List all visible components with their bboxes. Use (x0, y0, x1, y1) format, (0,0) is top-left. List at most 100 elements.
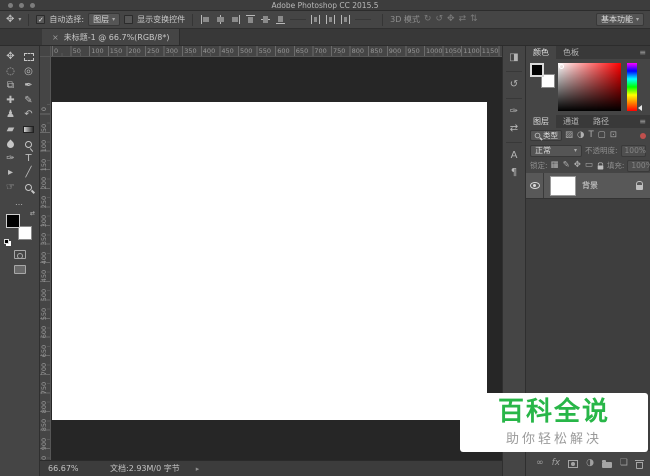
filter-type-layers-icon[interactable]: T (588, 131, 593, 140)
toolbar-color-swatches[interactable]: ⇄ (4, 210, 35, 244)
layer-thumbnail[interactable] (550, 175, 576, 196)
color-panel-swatches[interactable] (530, 63, 556, 89)
type-tool[interactable]: T (20, 152, 38, 166)
document-canvas[interactable] (52, 102, 487, 420)
adjustment-layer-icon[interactable]: ◑ (586, 459, 594, 468)
color-picker-ring[interactable] (559, 64, 564, 69)
filter-pixel-layers-icon[interactable]: ▨ (565, 131, 573, 140)
tab-layers[interactable]: 图层 (526, 115, 556, 128)
tool-preset-caret-icon[interactable]: ▾ (18, 16, 21, 23)
foreground-color-swatch[interactable] (530, 63, 544, 77)
distribute-right-edges-icon[interactable] (340, 14, 351, 25)
path-selection-tool[interactable]: ▸ (2, 166, 20, 180)
align-horizontal-centers-icon[interactable] (215, 14, 226, 25)
panel-menu-icon[interactable]: ≡ (639, 46, 650, 59)
filter-toggle[interactable] (640, 132, 646, 139)
tab-swatches[interactable]: 色板 (556, 46, 586, 59)
pen-tool[interactable]: ✑ (2, 152, 20, 166)
tab-paths[interactable]: 路径 (586, 115, 616, 128)
swap-colors-icon[interactable]: ⇄ (30, 210, 35, 217)
hand-tool[interactable]: ☞ (2, 181, 20, 195)
delete-layer-icon[interactable] (635, 459, 644, 469)
add-layer-mask-icon[interactable] (568, 459, 579, 468)
zoom-level-field[interactable]: 66.67% (48, 464, 82, 473)
link-layers-icon[interactable]: ∞ (536, 459, 544, 468)
move-tool[interactable]: ✥ (2, 50, 20, 64)
eraser-tool[interactable]: ▰ (2, 123, 20, 137)
crop-tool[interactable]: ⧉ (2, 79, 20, 93)
distribute-horizontal-centers-icon[interactable] (325, 14, 336, 25)
adjustments-panel-icon[interactable]: ◨ (509, 53, 518, 63)
tab-channels[interactable]: 通道 (556, 115, 586, 128)
show-transform-checkbox[interactable] (124, 15, 134, 24)
align-right-edges-icon[interactable] (230, 14, 241, 25)
align-bottom-edges-icon[interactable] (275, 14, 286, 25)
align-top-edges-icon[interactable] (245, 14, 256, 25)
eyedropper-tool[interactable]: ✒ (20, 79, 38, 93)
lock-position-icon[interactable]: ✥ (574, 161, 581, 170)
ruler-origin-corner[interactable] (40, 46, 51, 57)
brush-settings-panel-icon[interactable]: ✑ (510, 107, 518, 117)
clone-source-panel-icon[interactable]: ⇄ (510, 124, 518, 134)
line-tool[interactable]: ╱ (20, 166, 38, 180)
lock-all-icon[interactable] (597, 162, 604, 170)
status-menu-arrow-icon[interactable]: ▸ (196, 465, 200, 473)
3d-scale-icon[interactable]: ⇅ (470, 15, 478, 24)
blend-mode-dropdown[interactable]: 正常 ▾ (530, 144, 582, 157)
layer-style-icon[interactable]: fx (552, 459, 561, 468)
filter-adjustment-layers-icon[interactable]: ◑ (577, 131, 584, 140)
lock-transparent-pixels-icon[interactable]: ▦ (551, 161, 559, 170)
lock-artboard-icon[interactable]: ▭ (585, 161, 593, 170)
filter-smart-objects-icon[interactable]: ⊡ (610, 131, 617, 140)
auto-select-target-dropdown[interactable]: 图层 ▾ (88, 13, 121, 26)
rectangular-marquee-tool[interactable] (20, 50, 38, 64)
distribute-left-edges-icon[interactable] (310, 14, 321, 25)
vertical-ruler[interactable]: 0 50 100 150 200 250 300 350 400 450 500 550 600 650 7… (40, 57, 51, 460)
quick-mask-button[interactable] (13, 250, 26, 259)
saturation-brightness-map[interactable] (558, 63, 621, 111)
brush-tool[interactable]: ✎ (20, 94, 38, 108)
align-left-edges-icon[interactable] (200, 14, 211, 25)
edit-toolbar-button[interactable]: … (0, 198, 39, 207)
visibility-eye-icon[interactable] (529, 182, 540, 189)
panel-menu-icon[interactable]: ≡ (639, 115, 650, 128)
paragraph-panel-icon[interactable]: ¶ (511, 168, 517, 178)
opacity-value-field[interactable]: 100% (620, 144, 646, 157)
foreground-color-swatch[interactable] (6, 214, 20, 228)
zoom-tool[interactable] (20, 181, 38, 195)
clone-stamp-tool[interactable]: ♟ (2, 108, 20, 122)
tab-close-icon[interactable]: × (52, 33, 59, 42)
pasteboard[interactable] (51, 57, 502, 460)
new-layer-icon[interactable]: ❏ (620, 459, 628, 468)
align-vertical-centers-icon[interactable] (260, 14, 271, 25)
document-tab[interactable]: × 未标题-1 @ 66.7%(RGB/8*) (42, 29, 181, 45)
spot-healing-brush-tool[interactable]: ✚ (2, 94, 20, 108)
filter-shape-layers-icon[interactable]: ▢ (598, 131, 606, 140)
history-brush-tool[interactable]: ↶ (20, 108, 38, 122)
auto-select-checkbox[interactable] (36, 15, 46, 24)
gradient-tool[interactable] (20, 123, 38, 137)
filter-kind-dropdown[interactable]: 类型 (530, 130, 562, 141)
layer-row-background[interactable]: 背景 (526, 173, 650, 199)
background-color-swatch[interactable] (18, 226, 32, 240)
character-panel-icon[interactable]: A (511, 151, 518, 161)
screen-mode-button[interactable] (13, 265, 26, 274)
default-colors-icon[interactable] (4, 239, 9, 244)
lasso-tool[interactable]: ◌ (2, 65, 20, 79)
blur-tool[interactable] (2, 137, 20, 151)
3d-roll-icon[interactable]: ↺ (435, 15, 443, 24)
history-panel-icon[interactable]: ↺ (510, 80, 518, 90)
fill-value-field[interactable]: 100% (627, 159, 650, 172)
dodge-tool[interactable] (20, 137, 38, 151)
workspace-dropdown[interactable]: 基本功能 ▾ (595, 13, 644, 26)
quick-selection-tool[interactable]: ◎ (20, 65, 38, 79)
3d-rotate-icon[interactable]: ↻ (424, 15, 432, 24)
new-group-icon[interactable] (601, 460, 612, 468)
tab-color[interactable]: 颜色 (526, 46, 556, 59)
hue-slider-arrow[interactable] (638, 105, 642, 111)
3d-slide-icon[interactable]: ⇄ (459, 15, 467, 24)
3d-drag-icon[interactable]: ✥ (447, 15, 455, 24)
horizontal-ruler[interactable]: 0 50 100 150 200 250 300 350 400 450 500 550 600 650 7… (51, 46, 502, 57)
lock-image-pixels-icon[interactable]: ✎ (563, 161, 570, 170)
hue-slider[interactable] (627, 63, 642, 111)
